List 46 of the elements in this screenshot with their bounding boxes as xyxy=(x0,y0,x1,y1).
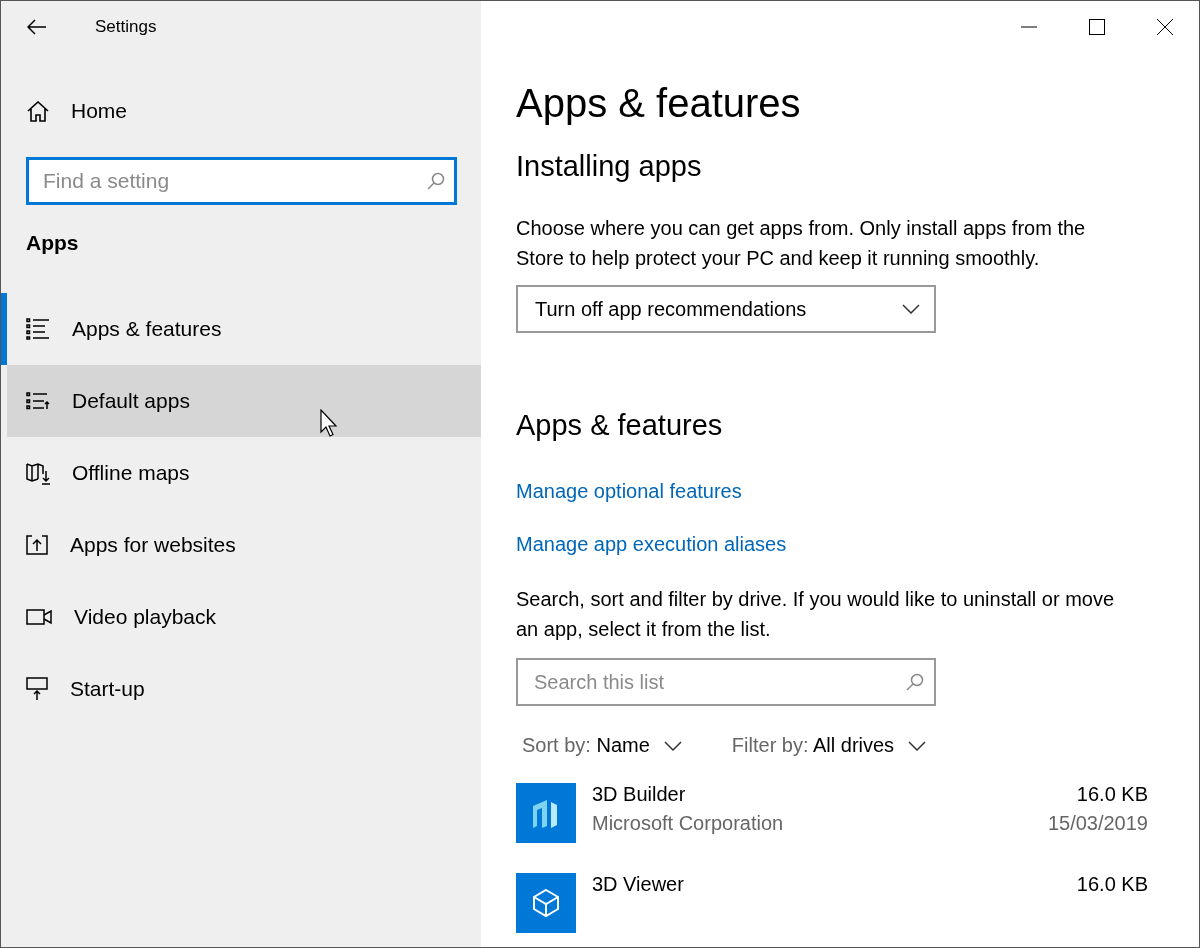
sort-dropdown[interactable]: Sort by: Name xyxy=(522,734,682,757)
app-size: 16.0 KB xyxy=(1076,873,1148,896)
search-icon xyxy=(427,172,445,190)
home-nav-item[interactable]: Home xyxy=(1,75,481,147)
close-icon xyxy=(1157,19,1173,35)
app-list-item[interactable]: 3D Builder Microsoft Corporation 16.0 KB 15/03/2019 xyxy=(516,783,1148,843)
filter-dropdown[interactable]: Filter by: All drives xyxy=(731,734,927,757)
back-arrow-icon xyxy=(27,19,47,35)
nav-item[interactable]: Offline maps xyxy=(1,437,481,509)
section-heading: Apps & features xyxy=(516,409,724,442)
settings-search-field[interactable]: Find a setting xyxy=(26,157,457,205)
app-publisher: Microsoft Corporation xyxy=(592,812,785,835)
chevron-down-icon xyxy=(663,740,682,751)
section-heading: Apps xyxy=(26,231,80,255)
nav-item[interactable]: Video playback xyxy=(1,581,481,653)
link[interactable]: Manage optional features xyxy=(516,480,742,503)
video-camera-icon xyxy=(26,609,52,625)
search-icon xyxy=(906,673,924,691)
link[interactable]: Manage app execution aliases xyxy=(516,533,787,556)
app-source-dropdown[interactable]: Turn off app recommendations xyxy=(516,285,936,333)
app-search-field[interactable]: Search this list xyxy=(516,658,936,706)
page-title: Apps & features xyxy=(516,81,802,126)
list-arrow-icon xyxy=(26,392,50,410)
chevron-down-icon xyxy=(902,304,920,314)
window-upload-icon xyxy=(26,535,48,555)
minimize-icon xyxy=(1021,26,1037,28)
app-tile-icon xyxy=(516,873,576,933)
description: Choose where you can get apps from. Only install apps from the Store to help protect your PC and keep it running smoothly. xyxy=(516,216,1087,271)
app-date: 15/03/2019 xyxy=(1047,812,1148,835)
maximize-icon xyxy=(1089,19,1105,35)
nav-item[interactable]: Start-up xyxy=(1,653,481,725)
chevron-down-icon xyxy=(908,740,927,751)
app-list-item[interactable]: 3D Viewer 16.0 KB xyxy=(516,873,1148,933)
home-icon xyxy=(27,100,49,122)
description: Search, sort and filter by drive. If you would like to uninstall or move an app, select it from the list. xyxy=(516,587,1116,642)
app-name: 3D Viewer xyxy=(592,873,685,896)
app-tile-icon xyxy=(516,783,576,843)
map-download-icon xyxy=(26,461,50,485)
mouse-pointer-icon xyxy=(320,409,338,437)
nav-item[interactable]: Apps for websites xyxy=(1,509,481,581)
monitor-arrow-icon xyxy=(26,677,48,701)
app-size: 16.0 KB xyxy=(1076,783,1148,806)
app-name: 3D Builder xyxy=(592,783,687,806)
list-icon xyxy=(26,318,50,340)
window-title: Settings xyxy=(95,17,157,37)
section-heading: Installing apps xyxy=(516,150,703,183)
